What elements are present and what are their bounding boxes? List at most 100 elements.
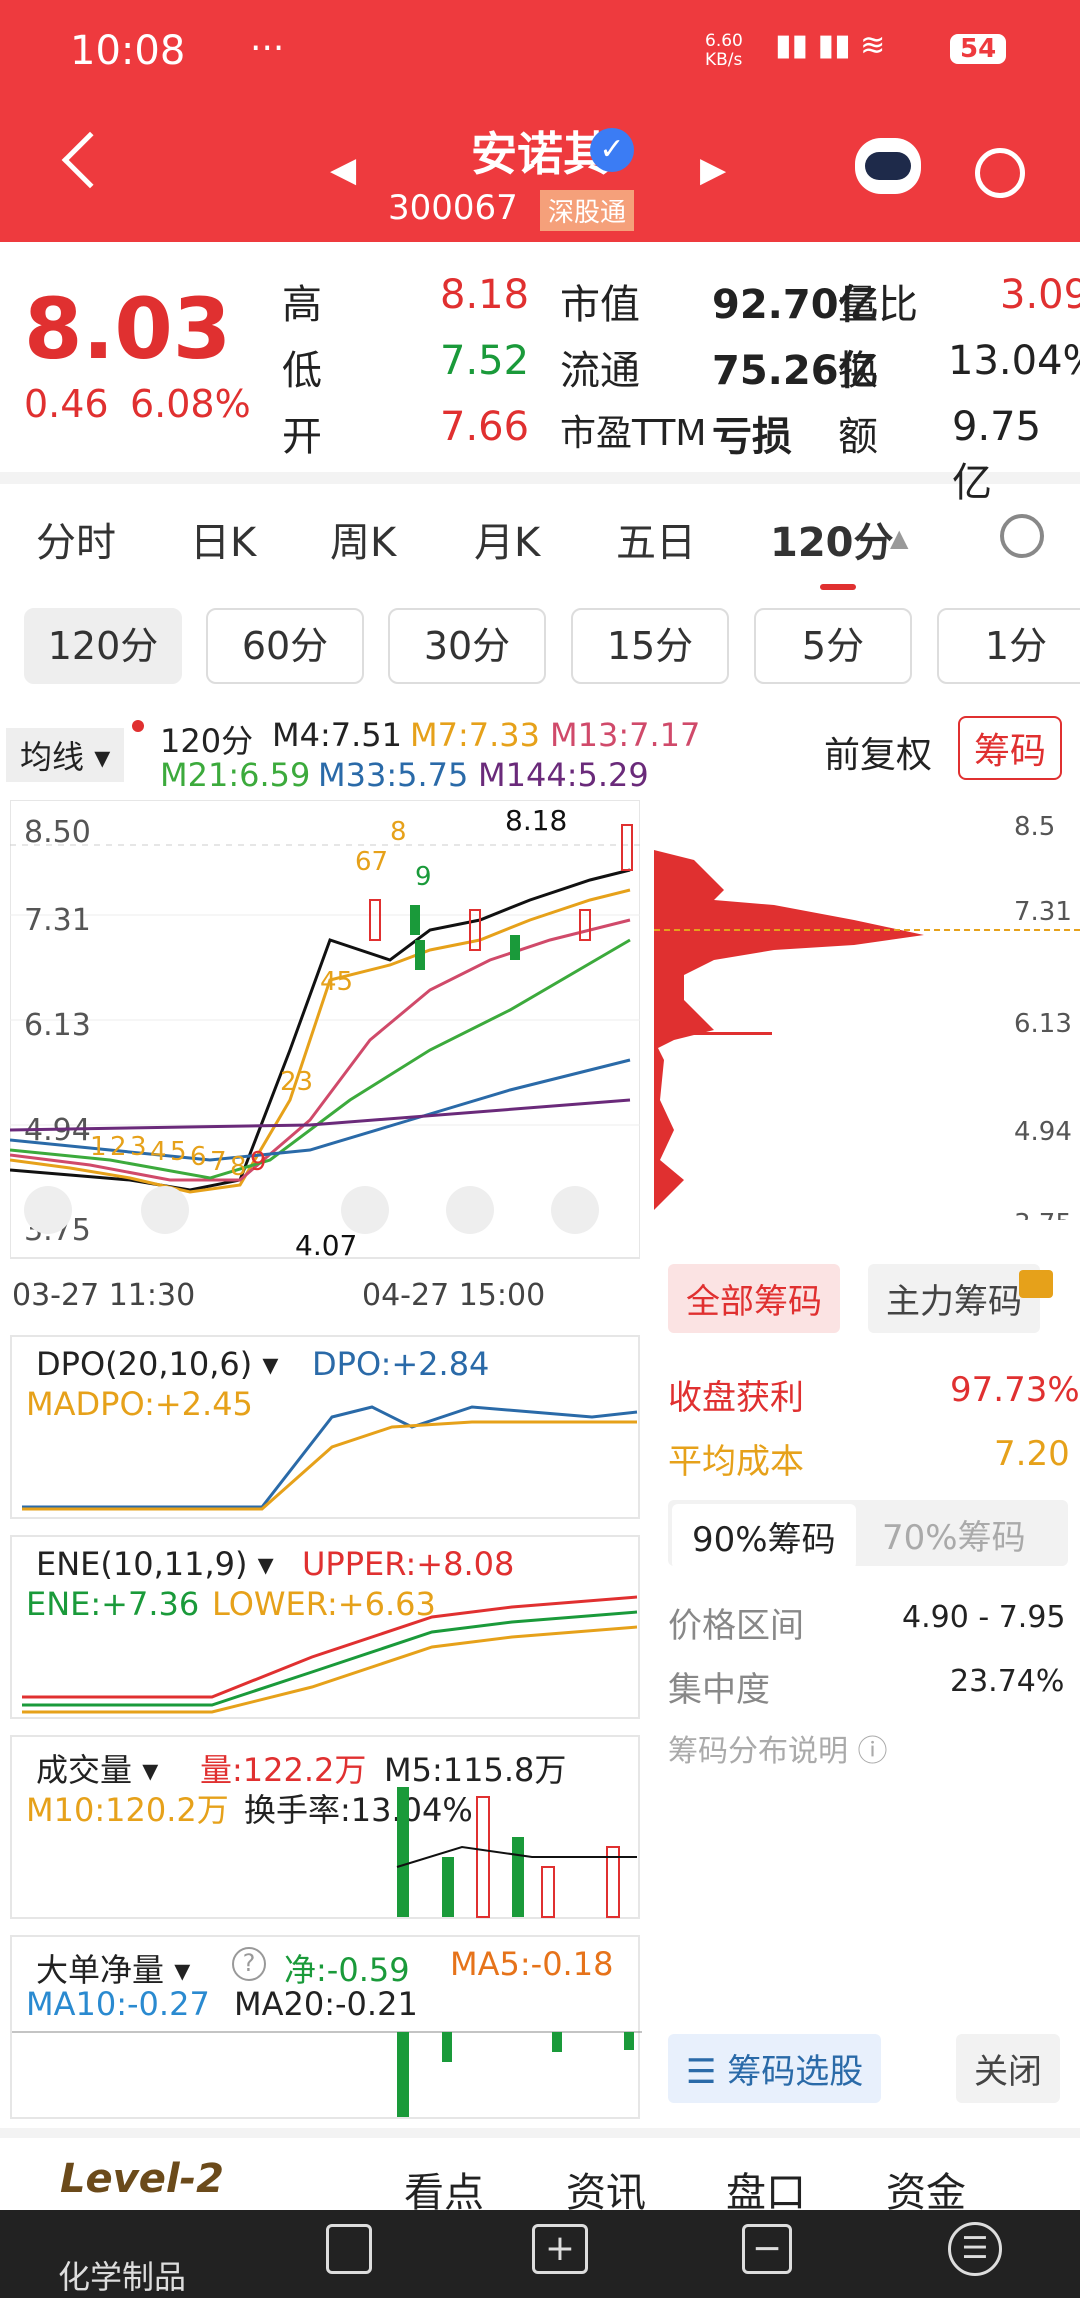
- count-7: 7: [210, 1147, 227, 1177]
- row-0-v1: 8.18: [440, 272, 530, 318]
- search-icon[interactable]: [975, 148, 1025, 198]
- avg-cost-label: 平均成本: [668, 1442, 804, 1482]
- chouma-button[interactable]: 筹码: [958, 716, 1063, 780]
- chip-note-text: 筹码分布说明: [668, 1734, 848, 1769]
- kline-chart[interactable]: 8.50 7.31 6.13 4.94 3.75 8.18 4.07 1 2 3…: [10, 800, 640, 1260]
- ma-m7: M7:7.33: [410, 716, 540, 754]
- tag-sgt: 深股通: [540, 190, 635, 231]
- row-2-v3: 9.75亿: [952, 404, 1042, 506]
- close-button[interactable]: 关闭: [956, 2034, 1060, 2103]
- price-change: 0.46: [24, 382, 109, 426]
- ma-m33: M33:5.75: [318, 756, 469, 794]
- row-0-k1: 高: [282, 282, 322, 328]
- tab-all-chips[interactable]: 全部筹码: [668, 1264, 840, 1333]
- quote-panel: 8.03 0.46 6.08% 高 8.18 市值 92.70亿 量比 3.09 低 7.52…: [0, 242, 1080, 506]
- menu-icon[interactable]: ☰: [948, 2222, 1002, 2276]
- tab-monthly[interactable]: 月K: [474, 510, 540, 568]
- row-0-k2: 市值: [560, 282, 640, 328]
- count-8: 8: [230, 1152, 247, 1182]
- more-dots-icon: ···: [250, 28, 285, 69]
- ma-m144: M144:5.29: [478, 756, 649, 794]
- avg-cost-value: 7.20: [994, 1434, 1070, 1474]
- robot-icon[interactable]: [855, 138, 921, 194]
- count-6: 6: [190, 1142, 207, 1172]
- tab-fiveday[interactable]: 五日: [616, 510, 696, 568]
- chip-60[interactable]: 60分: [206, 608, 364, 684]
- date-right: 04-27 15:00: [362, 1278, 546, 1313]
- count-45: 45: [320, 967, 353, 997]
- chip-info-panel: 全部筹码 主力筹码 收盘获利 97.73% 平均成本 7.20 90%筹码 70…: [654, 1250, 1080, 2110]
- chip-15[interactable]: 15分: [571, 608, 729, 684]
- tab-indicator: [820, 584, 856, 590]
- concentration-label: 集中度: [668, 1670, 770, 1710]
- date-left: 03-27 11:30: [12, 1278, 196, 1313]
- bottom-nav: 化学制品 + − ☰: [0, 2210, 1080, 2298]
- count-9b: 9: [415, 862, 432, 892]
- fuquan[interactable]: 前复权: [824, 726, 932, 778]
- tab-weekly[interactable]: 周K: [330, 510, 396, 568]
- count-8b: 8: [390, 817, 407, 847]
- count-9: 9: [250, 1147, 267, 1177]
- price-range-label: 价格区间: [668, 1606, 804, 1646]
- price-range-value: 4.90 - 7.95: [902, 1600, 1066, 1635]
- tab-fenshi[interactable]: 分时: [36, 510, 116, 568]
- chip-pick-label: 筹码选股: [727, 2052, 864, 2092]
- settings-icon[interactable]: [1000, 514, 1044, 558]
- count-2: 2: [110, 1132, 127, 1162]
- lock-icon: [1019, 1270, 1053, 1298]
- last-price: 8.03: [24, 280, 232, 378]
- toggle-90[interactable]: 90%筹码: [672, 1504, 856, 1569]
- concentration-value: 23.74%: [950, 1664, 1065, 1699]
- top-header: 10:08 ··· 6.60 KB/s ▮▮ ▮▮ ≋ 54 ◀ ▶ 安诺其 ✓…: [0, 0, 1080, 242]
- period-tabs: 分时 日K 周K 月K 五日 120分 ▲: [0, 510, 1080, 590]
- count-67: 67: [355, 847, 388, 877]
- collapse-icon: [24, 1186, 72, 1234]
- y-tick-1: 8.50: [24, 815, 91, 850]
- ma-selector[interactable]: 均线 ▾: [6, 728, 125, 782]
- chip-pick-button[interactable]: ☰ 筹码选股: [668, 2034, 882, 2103]
- row-1-v1: 7.52: [440, 338, 530, 384]
- minute-chips: 120分 60分 30分 15分 5分 1分: [0, 608, 1080, 686]
- list-icon: ☰: [686, 2052, 728, 2092]
- toggle-70[interactable]: 70%筹码: [882, 1510, 1026, 1559]
- remove-watch-icon[interactable]: −: [742, 2224, 792, 2274]
- verified-icon: ✓: [590, 128, 634, 172]
- tab-daily[interactable]: 日K: [190, 510, 256, 568]
- zoom-in-icon: [141, 1186, 189, 1234]
- chip-1[interactable]: 1分: [937, 608, 1080, 684]
- count-23: 23: [280, 1067, 313, 1097]
- row-1-k2: 流通: [560, 348, 640, 394]
- add-watch-icon[interactable]: +: [532, 2224, 588, 2274]
- row-2-k1: 开: [282, 414, 322, 460]
- dpo-panel: DPO(20,10,6) ▾ DPO:+2.84 MADPO:+2.45: [10, 1335, 640, 1519]
- row-2-v2: 亏损: [712, 414, 792, 460]
- tab-120min[interactable]: 120分: [770, 510, 894, 568]
- note-icon[interactable]: [326, 2224, 372, 2274]
- row-0-v3: 3.09: [1000, 272, 1080, 318]
- pan-right-icon: [446, 1186, 494, 1234]
- chip-distribution-chart[interactable]: 8.5 7.31 6.13 4.94 3.75: [654, 800, 1080, 1220]
- level2-logo[interactable]: Level-2: [60, 2156, 224, 2202]
- ma-m4: M4:7.51: [272, 716, 402, 754]
- signal-icon: ▮▮ ▮▮ ≋: [775, 28, 886, 63]
- row-2-k2: 市盈TTM: [560, 413, 707, 454]
- bigorder-panel: 大单净量 ▾ ? 净:-0.59 MA5:-0.18 MA10:-0.27 MA…: [10, 1935, 642, 2119]
- y-tick-3: 6.13: [24, 1008, 91, 1043]
- dist-tick-5: 3.75: [1014, 1209, 1072, 1220]
- row-2-k3: 额: [838, 414, 878, 460]
- tab-main-chips[interactable]: 主力筹码: [868, 1264, 1040, 1333]
- status-time: 10:08: [70, 28, 186, 74]
- chip-note-link[interactable]: 筹码分布说明 ⓘ: [668, 1726, 888, 1770]
- network-speed: 6.60 KB/s: [705, 31, 743, 70]
- profit-value: 97.73%: [950, 1370, 1080, 1410]
- chip-120[interactable]: 120分: [24, 608, 182, 684]
- chip-30[interactable]: 30分: [388, 608, 546, 684]
- more-tabs: Level-2 看点 资讯 盘口 资金: [0, 2128, 1080, 2216]
- chip-5[interactable]: 5分: [754, 608, 912, 684]
- low-label: 4.07: [295, 1229, 357, 1260]
- sector-label[interactable]: 化学制品: [58, 2252, 186, 2298]
- row-1-k1: 低: [282, 348, 322, 394]
- ma-m13: M13:7.17: [550, 716, 701, 754]
- price-change-pct: 6.08%: [130, 382, 251, 426]
- count-1: 1: [90, 1132, 107, 1162]
